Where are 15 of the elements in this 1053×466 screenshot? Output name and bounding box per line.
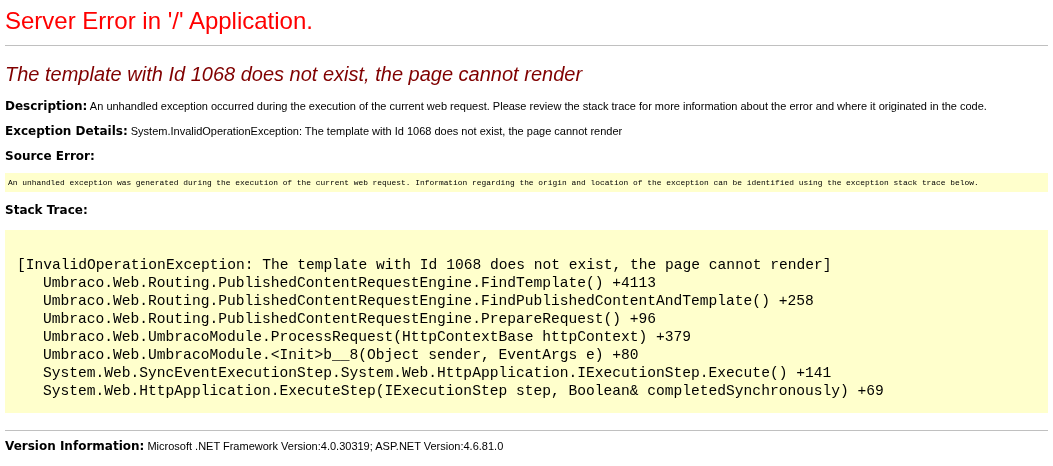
exception-details-text: Exception Details: System.InvalidOperationException: The template with Id 1068 does not exist, the page cannot render	[5, 123, 623, 139]
stack-frame-line: Umbraco.Web.UmbracoModule.<Init>b__8(Object sender, EventArgs e) +80	[42, 346, 639, 364]
exception-line: [InvalidOperationException: The template with Id 1068 does not exist, the page cannot render]	[17, 256, 832, 274]
description-text: Description: An unhandled exception occurred during the execution of the current web request. Please review the stack trace for more information about the error and where it originated in the code.	[5, 98, 987, 114]
page-title: Server Error in '/' Application.	[5, 6, 313, 36]
source-error-heading: Source Error:	[5, 148, 95, 164]
stack-frame-line: Umbraco.Web.Routing.PublishedContentRequestEngine.FindTemplate() +4113	[42, 274, 657, 292]
error-heading: The template with Id 1068 does not exist, the page cannot render	[5, 62, 583, 86]
version-information-text: Version Information: Microsoft .NET Framework Version:4.0.30319; ASP.NET Version:4.6.81.0	[5, 438, 504, 454]
stack-trace-heading: Stack Trace:	[5, 202, 88, 218]
stack-frame-line: System.Web.HttpApplication.ExecuteStep(IExecutionStep step, Boolean& completedSynchronously) +69	[42, 382, 884, 400]
stack-frame-line: Umbraco.Web.UmbracoModule.ProcessRequest(HttpContextBase httpContext) +379	[42, 328, 692, 346]
stack-frame-line: System.Web.SyncEventExecutionStep.System.Web.HttpApplication.IExecutionStep.Execute() +141	[42, 364, 832, 382]
stack-frame-line: Umbraco.Web.Routing.PublishedContentRequestEngine.FindPublishedContentAndTemplate() +258	[42, 292, 814, 310]
stack-frame-line: Umbraco.Web.Routing.PublishedContentRequestEngine.PrepareRequest() +96	[42, 310, 657, 328]
